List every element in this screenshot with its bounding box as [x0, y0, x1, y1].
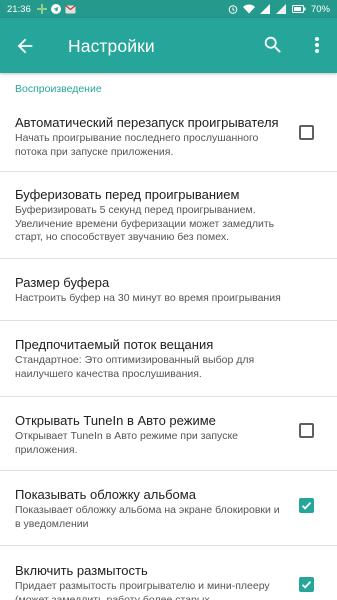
setting-buffer-before-play[interactable]: Буферизовать перед проигрыванием Буфериз…	[0, 183, 337, 258]
add-notification-icon	[36, 4, 47, 14]
settings-list: Воспроизведение Автоматический перезапус…	[0, 73, 337, 600]
mail-icon	[64, 4, 76, 13]
setting-summary: Настроить буфер на 30 минут во время про…	[15, 292, 281, 304]
check-icon	[301, 580, 312, 589]
setting-title: Размер буфера	[15, 275, 110, 290]
divider	[0, 396, 337, 397]
setting-title: Включить размытость	[15, 563, 148, 578]
wifi-icon	[242, 4, 255, 14]
battery-icon	[291, 5, 306, 13]
signal-icon	[259, 4, 270, 14]
search-button[interactable]	[262, 34, 284, 56]
setting-title: Показывать обложку альбома	[15, 487, 196, 502]
search-icon	[264, 36, 281, 53]
more-vert-icon	[315, 37, 319, 53]
setting-auto-mode[interactable]: Открывать TuneIn в Авто режиме Открывает…	[0, 409, 337, 469]
setting-summary: Начать проигрывание последнего прослушан…	[15, 132, 259, 158]
setting-show-album-art[interactable]: Показывать обложку альбома Показывает об…	[0, 483, 337, 543]
setting-checkbox-checked[interactable]	[299, 498, 314, 513]
notification-icons	[36, 4, 76, 14]
divider	[0, 171, 337, 172]
divider	[0, 545, 337, 546]
setting-title: Открывать TuneIn в Авто режиме	[15, 413, 216, 428]
setting-summary: Открывает TuneIn в Авто режиме при запус…	[15, 430, 238, 456]
setting-auto-restart[interactable]: Автоматический перезапуск проигрывателя …	[0, 111, 337, 171]
setting-summary: Буферизировать 5 секунд перед проигрыван…	[15, 204, 275, 243]
status-time: 21:36	[7, 3, 31, 15]
setting-buffer-size[interactable]: Размер буфера Настроить буфер на 30 мину…	[0, 271, 337, 316]
setting-title: Предпочитаемый поток вещания	[15, 337, 214, 352]
divider	[0, 470, 337, 471]
page-title: Настройки	[68, 36, 155, 56]
divider	[0, 258, 337, 259]
setting-summary: Показывает обложку альбома на экране бло…	[15, 504, 280, 530]
setting-checkbox-checked[interactable]	[299, 577, 314, 592]
more-options-button[interactable]	[311, 34, 323, 56]
signal-icon-2	[275, 4, 286, 14]
divider	[0, 320, 337, 321]
setting-summary: Стандартное: Это оптимизированный выбор …	[15, 354, 255, 380]
alarm-icon	[228, 5, 238, 14]
section-header: Воспроизведение	[15, 83, 102, 95]
app-bar: Настройки	[0, 18, 337, 73]
back-button[interactable]	[14, 35, 36, 57]
check-icon	[301, 501, 312, 510]
status-bar: 21:36 70%	[0, 0, 337, 18]
battery-percent: 70%	[310, 3, 330, 15]
setting-enable-blur[interactable]: Включить размытость Придает размытость п…	[0, 559, 337, 600]
arrow-back-icon	[17, 38, 33, 54]
setting-checkbox[interactable]	[299, 423, 314, 438]
setting-summary: Придает размытость проигрывателю и мини-…	[15, 580, 270, 600]
setting-title: Буферизовать перед проигрыванием	[15, 187, 240, 202]
status-right: 70%	[228, 4, 330, 15]
setting-title: Автоматический перезапуск проигрывателя	[15, 115, 279, 130]
setting-preferred-stream[interactable]: Предпочитаемый поток вещания Стандартное…	[0, 333, 337, 393]
telegram-icon	[50, 4, 61, 14]
setting-checkbox[interactable]	[299, 125, 314, 140]
